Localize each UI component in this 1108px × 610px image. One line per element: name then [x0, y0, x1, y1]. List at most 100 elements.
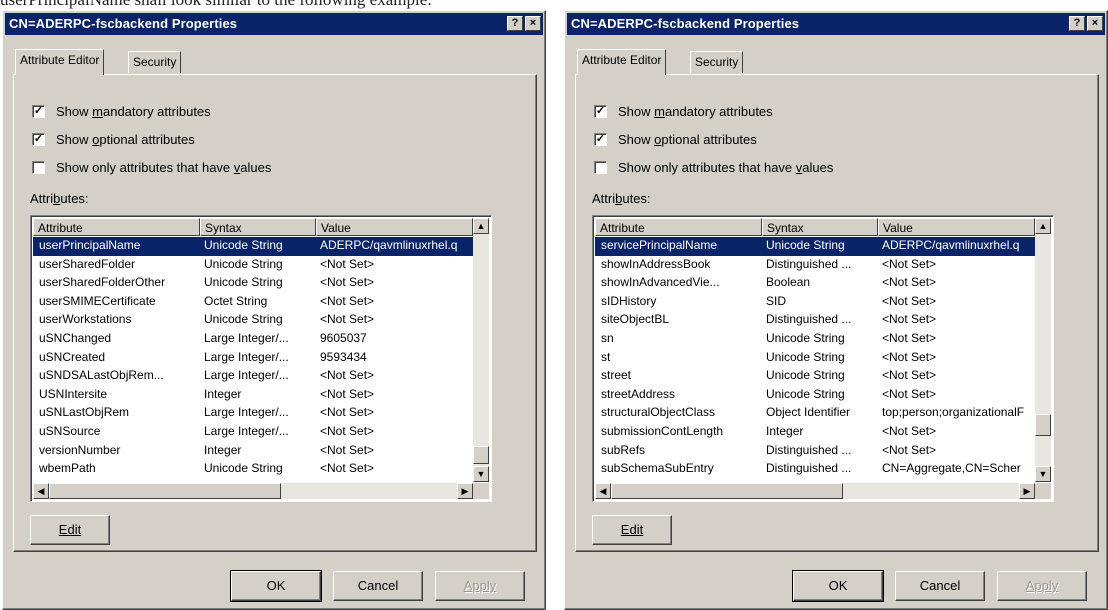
attributes-label: Attributes: — [592, 191, 651, 206]
table-row[interactable]: st Unicode String <Not Set> — [595, 349, 1035, 368]
table-row[interactable]: userSharedFolder Unicode String <Not Set> — [33, 256, 473, 275]
syntax-cell: Boolean — [766, 275, 811, 290]
table-row[interactable]: wbemPath Unicode String <Not Set> — [33, 460, 473, 479]
attribute-cell: userSharedFolderOther — [39, 275, 166, 290]
attributes-list[interactable]: Attribute Syntax Value userPrincipalName Uni… — [30, 215, 492, 502]
column-header-value[interactable]: Value — [878, 218, 1035, 236]
apply-button[interactable]: Apply — [435, 571, 525, 601]
table-row[interactable]: structuralObjectClass Object Identifier to… — [595, 404, 1035, 423]
table-row[interactable]: siteObjectBL Distinguished ... <Not Set> — [595, 311, 1035, 330]
close-button[interactable]: × — [525, 16, 541, 31]
scroll-right-arrow-icon[interactable]: ▶ — [1019, 483, 1035, 499]
table-row[interactable]: uSNCreated Large Integer/... 9593434 — [33, 349, 473, 368]
syntax-cell: Unicode String — [204, 238, 283, 252]
scroll-down-arrow-icon[interactable]: ▼ — [473, 466, 489, 482]
value-cell: <Not Set> — [320, 405, 375, 420]
tab-security[interactable]: Security — [690, 51, 744, 73]
ok-button[interactable]: OK — [792, 570, 884, 602]
table-row[interactable]: subRefs Distinguished ... <Not Set> — [595, 442, 1035, 461]
scroll-down-arrow-icon[interactable]: ▼ — [1035, 466, 1051, 482]
vertical-scroll-thumb[interactable] — [1035, 414, 1051, 436]
label-text: alues — [802, 160, 834, 175]
scrollbar-corner — [1035, 483, 1051, 499]
help-button[interactable]: ? — [507, 16, 523, 31]
attribute-cell: uSNSource — [39, 423, 101, 438]
scroll-left-arrow-icon[interactable]: ◀ — [33, 483, 49, 499]
table-row[interactable]: subSchemaSubEntry Distinguished ... CN=Agg… — [595, 460, 1035, 479]
table-row[interactable]: uSNLastObjRem Large Integer/... <Not Set> — [33, 404, 473, 423]
table-row[interactable]: USNIntersite Integer <Not Set> — [33, 386, 473, 405]
attribute-cell: uSNCreated — [39, 349, 106, 364]
table-row[interactable]: servicePrincipalName Unicode String ADERPC… — [595, 237, 1035, 256]
scroll-right-arrow-icon[interactable]: ▶ — [457, 483, 473, 499]
scroll-up-arrow-icon[interactable]: ▲ — [473, 218, 489, 234]
table-row[interactable]: versionNumber Integer <Not Set> — [33, 442, 473, 461]
checkbox[interactable]: ✓ — [594, 133, 607, 146]
column-header-syntax[interactable]: Syntax — [762, 218, 878, 236]
tab-security[interactable]: Security — [128, 51, 182, 73]
vertical-scrollbar[interactable]: ▲ ▼ — [1035, 218, 1051, 482]
checkbox[interactable] — [32, 161, 45, 174]
value-cell: <Not Set> — [320, 256, 375, 271]
checkbox[interactable]: ✓ — [32, 133, 45, 146]
tab-attribute-editor[interactable]: Attribute Editor — [577, 49, 667, 75]
list-rows: servicePrincipalName Unicode String ADERPC… — [595, 237, 1035, 479]
horizontal-scroll-thumb[interactable] — [611, 483, 843, 499]
checkbox[interactable]: ✓ — [32, 105, 45, 118]
label-text: ptional attributes — [99, 132, 195, 147]
table-row[interactable]: sn Unicode String <Not Set> — [595, 330, 1035, 349]
attribute-cell: submissionContLength — [601, 423, 724, 438]
checkbox[interactable] — [594, 161, 607, 174]
cancel-button[interactable]: Cancel — [895, 571, 985, 601]
table-row[interactable]: userWorkstations Unicode String <Not Set> — [33, 311, 473, 330]
properties-dialog-left: CN=ADERPC-fscbackend Properties? × Attribu… — [2, 10, 546, 610]
label-text: Show — [618, 104, 655, 119]
value-cell: <Not Set> — [882, 330, 937, 345]
horizontal-scrollbar[interactable]: ◀ ▶ — [33, 483, 473, 499]
attributes-list[interactable]: Attribute Syntax Value servicePrincipalName… — [592, 215, 1054, 502]
value-cell: <Not Set> — [320, 368, 375, 383]
help-button[interactable]: ? — [1069, 16, 1085, 31]
label-text: utes: — [60, 191, 89, 206]
cancel-button[interactable]: Cancel — [333, 571, 423, 601]
table-row[interactable]: submissionContLength Integer <Not Set> — [595, 423, 1035, 442]
checkbox[interactable]: ✓ — [594, 105, 607, 118]
scrollbar-corner — [473, 483, 489, 499]
table-row[interactable]: uSNChanged Large Integer/... 9605037 — [33, 330, 473, 349]
value-cell: <Not Set> — [320, 275, 375, 290]
table-row[interactable]: userSharedFolderOther Unicode String <Not … — [33, 274, 473, 293]
column-header-value[interactable]: Value — [316, 218, 473, 236]
label-text: Show — [618, 132, 655, 147]
column-header-syntax[interactable]: Syntax — [200, 218, 316, 236]
edit-button[interactable]: Edit — [30, 515, 110, 545]
attribute-cell: uSNChanged — [39, 330, 112, 345]
vertical-scrollbar[interactable]: ▲ ▼ — [473, 218, 489, 482]
horizontal-scroll-thumb[interactable] — [49, 483, 281, 499]
table-row[interactable]: sIDHistory SID <Not Set> — [595, 293, 1035, 312]
syntax-cell: Unicode String — [204, 461, 283, 476]
horizontal-scrollbar[interactable]: ◀ ▶ — [595, 483, 1035, 499]
label-text: Show — [56, 132, 93, 147]
apply-button[interactable]: Apply — [997, 571, 1087, 601]
table-row[interactable]: userSMIMECertificate Octet String <Not Set… — [33, 293, 473, 312]
table-row[interactable]: street Unicode String <Not Set> — [595, 367, 1035, 386]
table-row[interactable]: uSNSource Large Integer/... <Not Set> — [33, 423, 473, 442]
table-row[interactable]: streetAddress Unicode String <Not Set> — [595, 386, 1035, 405]
table-row[interactable]: showInAdvancedVie... Boolean <Not Set> — [595, 274, 1035, 293]
tab-attribute-editor[interactable]: Attribute Editor — [15, 49, 105, 75]
close-button[interactable]: × — [1087, 16, 1103, 31]
table-row[interactable]: userPrincipalName Unicode String ADERPC/qa… — [33, 237, 473, 256]
scroll-left-arrow-icon[interactable]: ◀ — [595, 483, 611, 499]
scroll-up-arrow-icon[interactable]: ▲ — [1035, 218, 1051, 234]
edit-label: Edit — [58, 522, 82, 537]
column-header-attribute[interactable]: Attribute — [33, 218, 200, 236]
edit-button[interactable]: Edit — [592, 515, 672, 545]
column-header-attribute[interactable]: Attribute — [595, 218, 762, 236]
vertical-scroll-thumb[interactable] — [473, 446, 489, 464]
apply-label: Apply — [463, 578, 497, 593]
table-row[interactable]: uSNDSALastObjRem... Large Integer/... <Not… — [33, 367, 473, 386]
attribute-cell: street — [601, 368, 632, 383]
syntax-cell: Unicode String — [766, 349, 845, 364]
ok-button[interactable]: OK — [230, 570, 322, 602]
table-row[interactable]: showInAddressBook Distinguished ... <Not S… — [595, 256, 1035, 275]
